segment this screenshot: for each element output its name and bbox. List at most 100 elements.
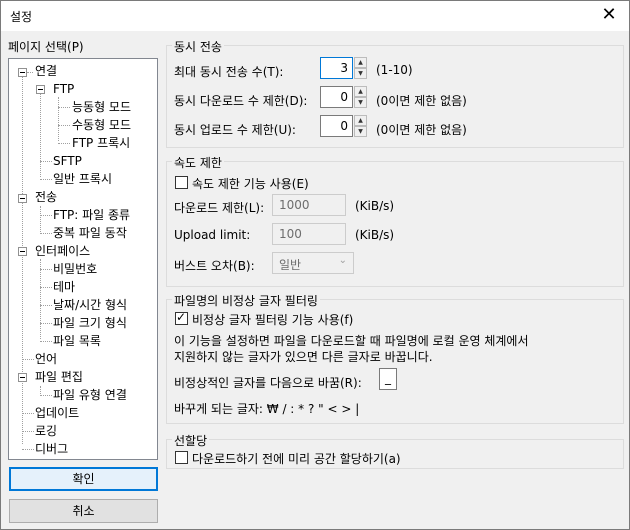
tree-line <box>40 233 52 234</box>
ok-button[interactable]: 확인 <box>9 467 158 491</box>
tree-item-ftp[interactable]: FTP <box>53 81 74 98</box>
page-select-label: 페이지 선택(P) <box>8 40 84 54</box>
tree-item-logging[interactable]: 로깅 <box>35 423 57 440</box>
tree-line <box>40 269 52 270</box>
tree-line <box>40 395 52 396</box>
tree-item-passwords[interactable]: 비밀번호 <box>53 261 97 278</box>
tree-line <box>40 215 52 216</box>
filter-description-line2: 지원하지 않는 글자가 있으면 다른 글자로 바꿉니다. <box>174 350 433 364</box>
tree-item-themes[interactable]: 테마 <box>53 279 75 296</box>
max-transfers-stepper[interactable]: ▲ ▼ <box>354 57 367 79</box>
tree-line <box>40 305 52 306</box>
download-limit-count-input[interactable]: 0 <box>320 86 353 108</box>
upload-limit-count-label: 동시 업로드 수 제한(U): <box>174 123 296 137</box>
filter-description-line1: 이 기능을 설정하면 파일을 다운로드할 때 파일명에 로컬 운영 체계에서 <box>174 334 529 348</box>
arrow-down-icon[interactable]: ▼ <box>354 97 367 108</box>
page-tree[interactable]: 연결 FTP 능동형 모드 수동형 모드 FTP 프록시 SFTP 일반 프록시… <box>8 58 158 460</box>
speed-limits-title: 속도 제한 <box>172 154 224 171</box>
settings-dialog: 설정 ✕ 페이지 선택(P) 연결 FTP 능동형 모드 수동형 모드 FTP … <box>0 0 630 530</box>
tree-line <box>40 89 41 177</box>
arrow-up-icon[interactable]: ▲ <box>354 86 367 97</box>
tree-line <box>40 287 52 288</box>
tree-item-ftp-file-types[interactable]: FTP: 파일 종류 <box>53 207 130 224</box>
arrow-down-icon[interactable]: ▼ <box>354 68 367 79</box>
tree-item-date-time-format[interactable]: 날짜/시간 형식 <box>53 297 127 314</box>
arrow-up-icon[interactable]: ▲ <box>354 57 367 68</box>
chevron-down-icon: ⌄ <box>338 255 347 266</box>
tree-line <box>22 431 34 432</box>
tree-item-sftp[interactable]: SFTP <box>53 153 82 170</box>
collapse-icon[interactable] <box>18 373 27 382</box>
arrow-up-icon[interactable]: ▲ <box>354 115 367 126</box>
max-transfers-label: 최대 동시 전송 수(T): <box>174 65 284 79</box>
replace-char-input[interactable]: _ <box>379 368 397 390</box>
collapse-icon[interactable] <box>36 85 45 94</box>
max-transfers-hint: (1-10) <box>376 63 413 77</box>
tree-line <box>58 107 70 108</box>
tree-line <box>40 341 52 342</box>
download-limit-count-value: 0 <box>340 90 348 104</box>
filename-filter-title: 파일명의 비정상 글자 필터링 <box>172 292 320 309</box>
preallocation-title: 선할당 <box>172 432 210 449</box>
tree-line <box>22 449 34 450</box>
download-limit-count-stepper[interactable]: ▲ ▼ <box>354 86 367 108</box>
upload-limit-count-input[interactable]: 0 <box>320 115 353 137</box>
burst-tolerance-select[interactable]: 일반 ⌄ <box>272 252 354 274</box>
tree-line <box>58 125 70 126</box>
download-limit-count-hint: (0이면 제한 없음) <box>376 94 467 108</box>
download-speed-unit: (KiB/s) <box>355 199 395 213</box>
speed-limit-checkbox-label[interactable]: 속도 제한 기능 사용(E) <box>192 175 309 192</box>
tree-item-language[interactable]: 언어 <box>35 351 57 368</box>
tree-line <box>40 179 52 180</box>
tree-line <box>40 323 52 324</box>
tree-item-file-exists-action[interactable]: 중복 파일 동작 <box>53 225 127 242</box>
tree-item-ftp-proxy[interactable]: FTP 프록시 <box>72 135 130 152</box>
tree-line <box>58 143 70 144</box>
tree-item-updates[interactable]: 업데이트 <box>35 405 79 422</box>
tree-item-connection[interactable]: 연결 <box>35 63 57 80</box>
concurrent-transfers-title: 동시 전송 <box>172 38 224 55</box>
download-speed-input[interactable]: 1000 <box>272 194 346 216</box>
tree-item-interface[interactable]: 인터페이스 <box>35 243 90 260</box>
arrow-down-icon[interactable]: ▼ <box>354 126 367 137</box>
tree-item-passive-mode[interactable]: 수동형 모드 <box>72 117 131 134</box>
burst-tolerance-label: 버스트 오차(B): <box>174 259 255 273</box>
upload-limit-count-hint: (0이면 제한 없음) <box>376 123 467 137</box>
replace-char-label: 비정상적인 글자를 다음으로 바꿈(R): <box>174 376 362 390</box>
preallocation-checkbox[interactable] <box>175 451 188 464</box>
tree-item-file-lists[interactable]: 파일 목록 <box>53 333 101 350</box>
tree-line <box>22 72 23 444</box>
collapse-icon[interactable] <box>18 194 27 203</box>
window-title: 설정 <box>10 10 33 24</box>
filename-filter-checkbox[interactable] <box>175 310 188 325</box>
filename-filter-checkbox-label[interactable]: 비정상 글자 필터링 기능 사용(f) <box>192 311 353 328</box>
speed-limit-checkbox[interactable] <box>175 176 188 189</box>
upload-speed-input[interactable]: 100 <box>272 223 346 245</box>
burst-tolerance-value: 일반 <box>279 258 302 272</box>
max-transfers-value: 3 <box>340 61 348 75</box>
tree-item-generic-proxy[interactable]: 일반 프록시 <box>53 171 112 188</box>
replaced-chars-text: 바꾸게 되는 글자: ₩ / : * ? " < > | <box>174 402 360 416</box>
tree-item-active-mode[interactable]: 능동형 모드 <box>72 99 131 116</box>
tree-item-file-editing[interactable]: 파일 편집 <box>35 369 83 386</box>
tree-item-filesize-format[interactable]: 파일 크기 형식 <box>53 315 127 332</box>
title-bar: 설정 ✕ <box>1 1 629 31</box>
download-limit-count-label: 동시 다운로드 수 제한(D): <box>174 94 308 108</box>
tree-item-filetype-associations[interactable]: 파일 유형 연결 <box>53 387 127 404</box>
tree-item-transfers[interactable]: 전송 <box>35 189 58 206</box>
collapse-icon[interactable] <box>18 68 27 77</box>
preallocation-checkbox-label[interactable]: 다운로드하기 전에 미리 공간 할당하기(a) <box>192 450 401 467</box>
tree-line <box>40 386 41 394</box>
tree-line <box>22 413 34 414</box>
max-transfers-input[interactable]: 3 <box>320 57 353 79</box>
download-speed-label: 다운로드 제한(L): <box>174 201 265 215</box>
collapse-icon[interactable] <box>18 247 27 256</box>
tree-line <box>58 97 59 141</box>
upload-limit-count-value: 0 <box>340 119 348 133</box>
cancel-button[interactable]: 취소 <box>9 499 158 523</box>
close-icon[interactable]: ✕ <box>599 5 619 25</box>
upload-speed-unit: (KiB/s) <box>355 228 395 242</box>
tree-line <box>22 359 34 360</box>
tree-item-debug[interactable]: 디버그 <box>35 441 68 458</box>
upload-limit-count-stepper[interactable]: ▲ ▼ <box>354 115 367 137</box>
